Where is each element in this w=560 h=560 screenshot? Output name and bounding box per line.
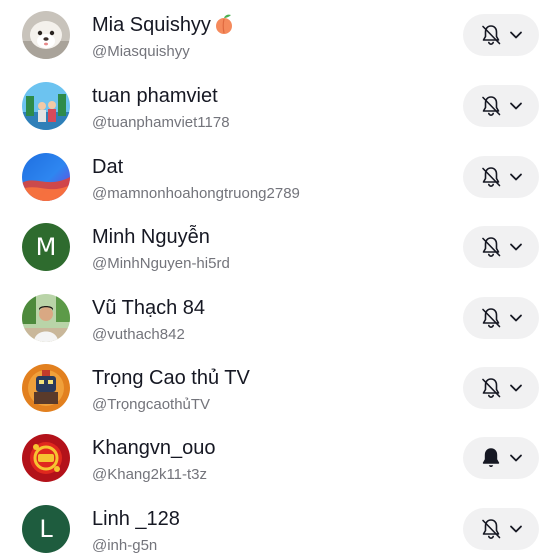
- avatar[interactable]: [22, 153, 70, 201]
- account-name[interactable]: Minh Nguyễn: [92, 225, 210, 249]
- notification-settings-button[interactable]: [463, 14, 539, 56]
- bell-off-icon: [482, 96, 501, 117]
- account-name[interactable]: Trọng Cao thủ TV: [92, 366, 250, 390]
- list-item[interactable]: tuan phamviet @tuanphamviet1178: [0, 71, 560, 141]
- photo-avatar-icon: [22, 82, 70, 130]
- list-item[interactable]: M Minh Nguyễn @MinhNguyen-hi5rd: [0, 212, 560, 282]
- chevron-down-icon: [510, 31, 522, 39]
- list-item[interactable]: Trọng Cao thủ TV @TrọngcaothủTV: [0, 353, 560, 423]
- account-name[interactable]: Vũ Thạch 84: [92, 296, 205, 320]
- photo-avatar-icon: [22, 364, 70, 412]
- list-item[interactable]: Khangvn_ouo @Khang2k11-t3z: [0, 423, 560, 493]
- list-item[interactable]: Dat @mamnonhoahongtruong2789: [0, 142, 560, 212]
- bell-off-icon: [482, 25, 501, 46]
- notification-settings-button[interactable]: [463, 297, 539, 339]
- bell-off-icon: [482, 308, 501, 329]
- account-handle: @mamnonhoahongtruong2789: [92, 185, 300, 202]
- notification-settings-button[interactable]: [463, 85, 539, 127]
- avatar[interactable]: [22, 364, 70, 412]
- account-name[interactable]: Linh _128: [92, 507, 180, 531]
- account-handle: @vuthach842: [92, 326, 185, 343]
- account-name[interactable]: Mia Squishyy: [92, 13, 235, 41]
- avatar[interactable]: [22, 82, 70, 130]
- account-name[interactable]: Dat: [92, 155, 123, 179]
- avatar[interactable]: [22, 294, 70, 342]
- avatar-letter: L: [39, 515, 53, 543]
- chevron-down-icon: [510, 384, 522, 392]
- bell-off-icon: [482, 167, 501, 188]
- peach-emoji: [213, 13, 235, 41]
- photo-avatar-icon: [22, 153, 70, 201]
- list-item[interactable]: L Linh _128 @inh-g5n: [0, 494, 560, 560]
- account-name[interactable]: tuan phamviet: [92, 84, 218, 108]
- channel-list: Mia Squishyy @Miasquishyy tuan phamviet …: [0, 0, 560, 560]
- account-handle: @Miasquishyy: [92, 43, 190, 60]
- notification-settings-button[interactable]: [463, 508, 539, 550]
- notification-settings-button[interactable]: [463, 367, 539, 409]
- notification-settings-button[interactable]: [463, 226, 539, 268]
- avatar-letter: M: [35, 233, 57, 261]
- notification-settings-button[interactable]: [463, 437, 539, 479]
- account-name[interactable]: Khangvn_ouo: [92, 436, 215, 460]
- bell-off-icon: [482, 519, 501, 540]
- account-handle: @TrọngcaothủTV: [92, 396, 211, 413]
- account-handle: @Khang2k11-t3z: [92, 466, 208, 483]
- avatar[interactable]: [22, 11, 70, 59]
- bell-off-icon: [482, 237, 501, 258]
- notification-settings-button[interactable]: [463, 156, 539, 198]
- chevron-down-icon: [510, 454, 522, 462]
- account-handle: @MinhNguyen-hi5rd: [92, 255, 230, 272]
- photo-avatar-icon: [22, 11, 70, 59]
- chevron-down-icon: [510, 173, 522, 181]
- list-item[interactable]: Mia Squishyy @Miasquishyy: [0, 0, 560, 70]
- photo-avatar-icon: [22, 434, 70, 482]
- bell-off-icon: [482, 378, 501, 399]
- avatar[interactable]: [22, 434, 70, 482]
- avatar[interactable]: M: [22, 223, 70, 271]
- chevron-down-icon: [510, 314, 522, 322]
- photo-avatar-icon: [22, 294, 70, 342]
- chevron-down-icon: [510, 102, 522, 110]
- account-handle: @tuanphamviet1178: [92, 114, 230, 131]
- bell-icon: [482, 448, 500, 467]
- list-item[interactable]: Vũ Thạch 84 @vuthach842: [0, 283, 560, 353]
- chevron-down-icon: [510, 525, 522, 533]
- account-handle: @inh-g5n: [92, 537, 158, 554]
- avatar[interactable]: L: [22, 505, 70, 553]
- chevron-down-icon: [510, 243, 522, 251]
